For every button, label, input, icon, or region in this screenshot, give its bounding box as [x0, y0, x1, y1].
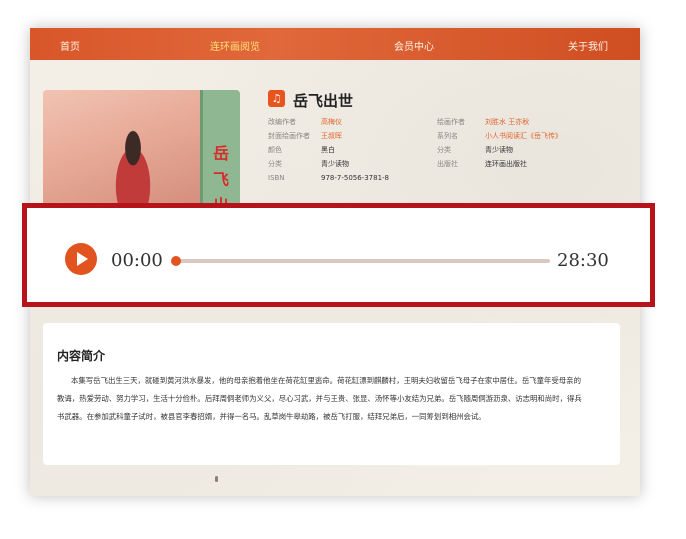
meta-value-color: 黑白	[321, 146, 335, 154]
nav-item-home[interactable]: 首页	[60, 38, 80, 53]
meta-value-adapter[interactable]: 高梅仪	[321, 118, 342, 127]
meta-key: 分类	[437, 146, 451, 154]
meta-key: 颜色	[268, 146, 282, 154]
summary-title: 内容简介	[57, 349, 106, 363]
meta-key: 封面绘画作者	[268, 132, 310, 140]
audio-player: 00:00 28:30	[22, 203, 655, 307]
meta-key: 系列名	[437, 132, 458, 140]
nav-item-member[interactable]: 会员中心	[394, 38, 434, 53]
meta-left: 改编作者 高梅仪 封面绘画作者 王叔晖 颜色 黑白 分类 青少读物 ISBN 9…	[268, 118, 418, 188]
meta-key: 出版社	[437, 160, 458, 168]
cover-char: 飞	[213, 170, 230, 189]
cover-figure	[103, 120, 163, 214]
current-time: 00:00	[111, 250, 163, 271]
top-nav: 首页 连环画阅览 会员中心 关于我们	[30, 28, 640, 60]
nav-item-about[interactable]: 关于我们	[568, 38, 608, 53]
decoration	[215, 476, 218, 482]
meta-value-illustrator[interactable]: 刘胜水 王亦秋	[485, 118, 529, 127]
nav-item-reading[interactable]: 连环画阅览	[210, 38, 260, 53]
meta-right: 绘画作者 刘胜水 王亦秋 系列名 小人书阅读汇《岳飞传》 分类 青少读物 出版社…	[437, 118, 617, 178]
meta-value-category: 青少读物	[321, 160, 349, 168]
play-button[interactable]	[65, 243, 97, 275]
book-title: 岳飞出世	[293, 92, 354, 110]
meta-value-cover-artist[interactable]: 王叔晖	[321, 132, 342, 141]
summary-card: 内容简介 本集写岳飞出生三天，就碰到黄河洪水暴发，他的母亲抱着他坐在荷花缸里逃命…	[43, 323, 620, 465]
cover-char: 岳	[213, 144, 230, 163]
progress-bar[interactable]	[171, 256, 550, 266]
meta-value-isbn: 978-7-5056-3781-8	[321, 174, 390, 182]
music-note-icon: ♫	[268, 90, 285, 107]
meta-key: 改编作者	[268, 118, 296, 126]
summary-text: 本集写岳飞出生三天，就碰到黄河洪水暴发，他的母亲抱着他坐在荷花缸里逃命。荷花缸漂…	[57, 376, 582, 421]
meta-value-publisher: 连环画出版社	[485, 160, 527, 168]
meta-key: 分类	[268, 160, 282, 168]
cover-title-band: 岳 飞 出	[200, 90, 240, 214]
meta-key: ISBN	[268, 174, 285, 182]
meta-key: 绘画作者	[437, 118, 465, 126]
meta-value-series[interactable]: 小人书阅读汇《岳飞传》	[485, 132, 562, 141]
total-time: 28:30	[557, 250, 609, 271]
meta-value-category: 青少读物	[485, 146, 513, 154]
book-cover[interactable]: 岳 飞 出	[43, 90, 240, 214]
progress-handle[interactable]	[171, 256, 181, 266]
